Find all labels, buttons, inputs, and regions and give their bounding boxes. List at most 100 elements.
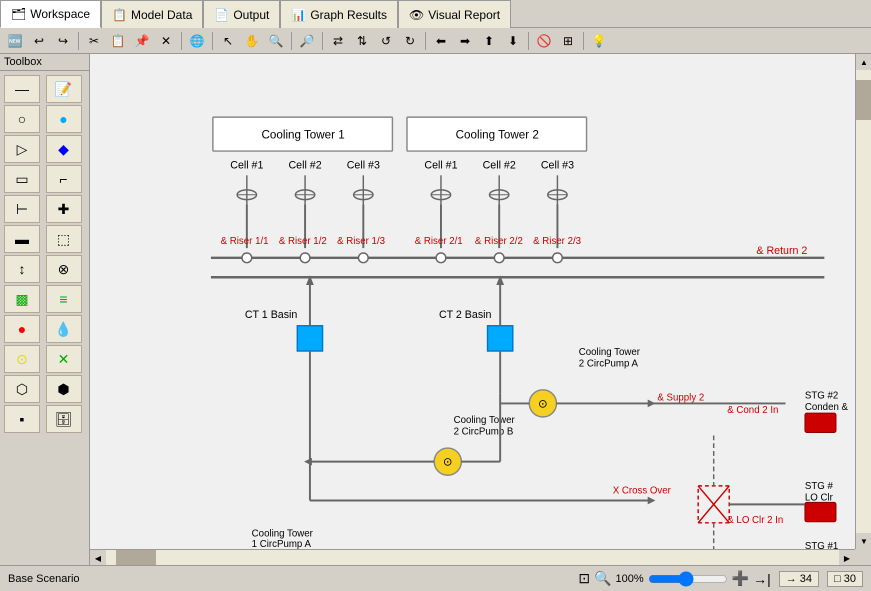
output-icon: 📄 xyxy=(214,8,229,22)
rotate-left-button[interactable]: ↺ xyxy=(375,31,397,51)
light-button[interactable]: 💡 xyxy=(588,31,610,51)
toolbox-item-xcross[interactable]: ⊗ xyxy=(46,255,82,283)
toolbox-item-block[interactable]: ▬ xyxy=(4,225,40,253)
align-top-button[interactable]: ⬆ xyxy=(478,31,500,51)
sep2 xyxy=(181,32,182,50)
toolbox-item-rect[interactable]: ▭ xyxy=(4,165,40,193)
sep5 xyxy=(322,32,323,50)
tab-workspace[interactable]: 🗂 Workspace xyxy=(0,0,101,28)
toolbox-item-filled-circle[interactable]: ● xyxy=(46,105,82,133)
align-right-button[interactable]: ➡ xyxy=(454,31,476,51)
scrollbar-horizontal[interactable]: ◀ ▶ xyxy=(90,549,855,565)
toolbox-item-corner[interactable]: ⌐ xyxy=(46,165,82,193)
svg-text:Cell #3: Cell #3 xyxy=(541,160,574,172)
toolbox-item-label[interactable]: 📝 xyxy=(46,75,82,103)
zoom-fit-button[interactable]: →| xyxy=(753,571,771,587)
flip-h-button[interactable]: ⇄ xyxy=(327,31,349,51)
undo-button[interactable]: ↩ xyxy=(28,31,50,51)
svg-text:Cell #2: Cell #2 xyxy=(288,160,321,172)
new-button[interactable]: 🆕 xyxy=(4,31,26,51)
svg-text:CT 1 Basin: CT 1 Basin xyxy=(245,309,298,321)
svg-text:& Cond 2 In: & Cond 2 In xyxy=(727,405,778,416)
svg-text:CT 2 Basin: CT 2 Basin xyxy=(439,309,492,321)
status-bar: Base Scenario ⊡ 🔍 100% ➕ →| → 34 □ 30 xyxy=(0,565,871,591)
toolbox-item-tee[interactable]: ⊢ xyxy=(4,195,40,223)
find-button[interactable]: 🔎 xyxy=(296,31,318,51)
zoom-slider[interactable] xyxy=(648,571,728,587)
svg-text:STG #2: STG #2 xyxy=(805,391,838,402)
scroll-down-button[interactable]: ▼ xyxy=(856,533,871,549)
toolbox-item-shelf[interactable]: 🗄 xyxy=(46,405,82,433)
toolbox-grid: — 📝 ○ ● ▷ ◆ ▭ ⌐ ⊢ ✚ ▬ ⬚ ↕ ⊗ ▩ ≡ ● 💧 ⊙ ✕ … xyxy=(0,71,89,437)
align-bottom-button[interactable]: ⬇ xyxy=(502,31,524,51)
scroll-track-v[interactable] xyxy=(856,70,871,533)
redo-button[interactable]: ↪ xyxy=(52,31,74,51)
scroll-thumb-h[interactable] xyxy=(116,550,156,565)
svg-text:& Riser 1/3: & Riser 1/3 xyxy=(337,236,385,247)
graph-results-icon: 📊 xyxy=(291,8,306,22)
tab-output[interactable]: 📄 Output xyxy=(203,0,280,28)
toolbox-item-vert[interactable]: ↕ xyxy=(4,255,40,283)
svg-text:Cell #2: Cell #2 xyxy=(483,160,516,172)
scroll-track-h[interactable] xyxy=(106,550,839,565)
svg-text:⊙: ⊙ xyxy=(443,456,453,469)
zoom-level: 100% xyxy=(616,573,644,585)
no-button[interactable]: 🚫 xyxy=(533,31,555,51)
toolbox-item-circle[interactable]: ○ xyxy=(4,105,40,133)
sep8 xyxy=(583,32,584,50)
zoom-out-button[interactable]: 🔍 xyxy=(594,570,611,587)
toolbox-item-lines[interactable]: ≡ xyxy=(46,285,82,313)
toolbox-item-diamond[interactable]: ◆ xyxy=(46,135,82,163)
svg-text:Cooling Tower 2: Cooling Tower 2 xyxy=(456,128,539,141)
fit-button[interactable]: ⊡ xyxy=(578,570,590,587)
flip-v-button[interactable]: ⇅ xyxy=(351,31,373,51)
scenario-label: Base Scenario xyxy=(8,573,80,585)
cut-button[interactable]: ✂ xyxy=(83,31,105,51)
scroll-up-button[interactable]: ▲ xyxy=(856,54,871,70)
svg-text:Conden &: Conden & xyxy=(805,402,849,413)
status-right: → 34 □ 30 xyxy=(779,571,863,587)
svg-text:STG #1: STG #1 xyxy=(805,541,838,549)
toolbox-title: Toolbox xyxy=(0,54,89,71)
zoom-in-button[interactable]: ➕ xyxy=(732,570,749,587)
tab-graph-results[interactable]: 📊 Graph Results xyxy=(280,0,398,28)
svg-text:& Riser 1/2: & Riser 1/2 xyxy=(279,236,327,247)
delete-button[interactable]: ✕ xyxy=(155,31,177,51)
svg-text:⊙: ⊙ xyxy=(538,397,548,410)
toolbox-item-pipe[interactable]: — xyxy=(4,75,40,103)
svg-text:Cooling Tower: Cooling Tower xyxy=(454,415,516,426)
canvas-area[interactable]: Cooling Tower 1 Cooling Tower 2 Cell #1 … xyxy=(90,54,871,565)
svg-text:& Riser 2/1: & Riser 2/1 xyxy=(415,236,463,247)
svg-text:LO Clr: LO Clr xyxy=(805,492,834,503)
sep4 xyxy=(291,32,292,50)
toolbox-item-valve[interactable]: ✕ xyxy=(46,345,82,373)
hand-button[interactable]: ✋ xyxy=(241,31,263,51)
select-button[interactable]: ↖ xyxy=(217,31,239,51)
toolbox-item-dashed[interactable]: ⬚ xyxy=(46,225,82,253)
scrollbar-vertical[interactable]: ▲ ▼ xyxy=(855,54,871,549)
toolbox-item-pump[interactable]: ⊙ xyxy=(4,345,40,373)
toolbox-item-grid2[interactable]: ▩ xyxy=(4,285,40,313)
grid-button[interactable]: ⊞ xyxy=(557,31,579,51)
tab-model-data[interactable]: 📋 Model Data xyxy=(101,0,203,28)
scroll-thumb-v[interactable] xyxy=(856,80,871,120)
sep1 xyxy=(78,32,79,50)
scroll-right-button[interactable]: ▶ xyxy=(839,550,855,565)
toolbox-item-cross[interactable]: ✚ xyxy=(46,195,82,223)
align-left-button[interactable]: ⬅ xyxy=(430,31,452,51)
paste-button[interactable]: 📌 xyxy=(131,31,153,51)
toolbox-item-box[interactable]: ▪ xyxy=(4,405,40,433)
globe-button[interactable]: 🌐 xyxy=(186,31,208,51)
toolbox-item-hex[interactable]: ⬡ xyxy=(4,375,40,403)
toolbox-item-hexfill[interactable]: ⬢ xyxy=(46,375,82,403)
rotate-right-button[interactable]: ↻ xyxy=(399,31,421,51)
svg-text:2 CircPump B: 2 CircPump B xyxy=(454,426,514,437)
zoom-button[interactable]: 🔍 xyxy=(265,31,287,51)
toolbox-item-drop[interactable]: 💧 xyxy=(46,315,82,343)
copy-button[interactable]: 📋 xyxy=(107,31,129,51)
toolbox-item-triangle[interactable]: ▷ xyxy=(4,135,40,163)
toolbox-item-red[interactable]: ● xyxy=(4,315,40,343)
svg-text:Cell #3: Cell #3 xyxy=(347,160,380,172)
tab-visual-report[interactable]: 👁 Visual Report xyxy=(398,0,511,28)
scroll-left-button[interactable]: ◀ xyxy=(90,550,106,565)
